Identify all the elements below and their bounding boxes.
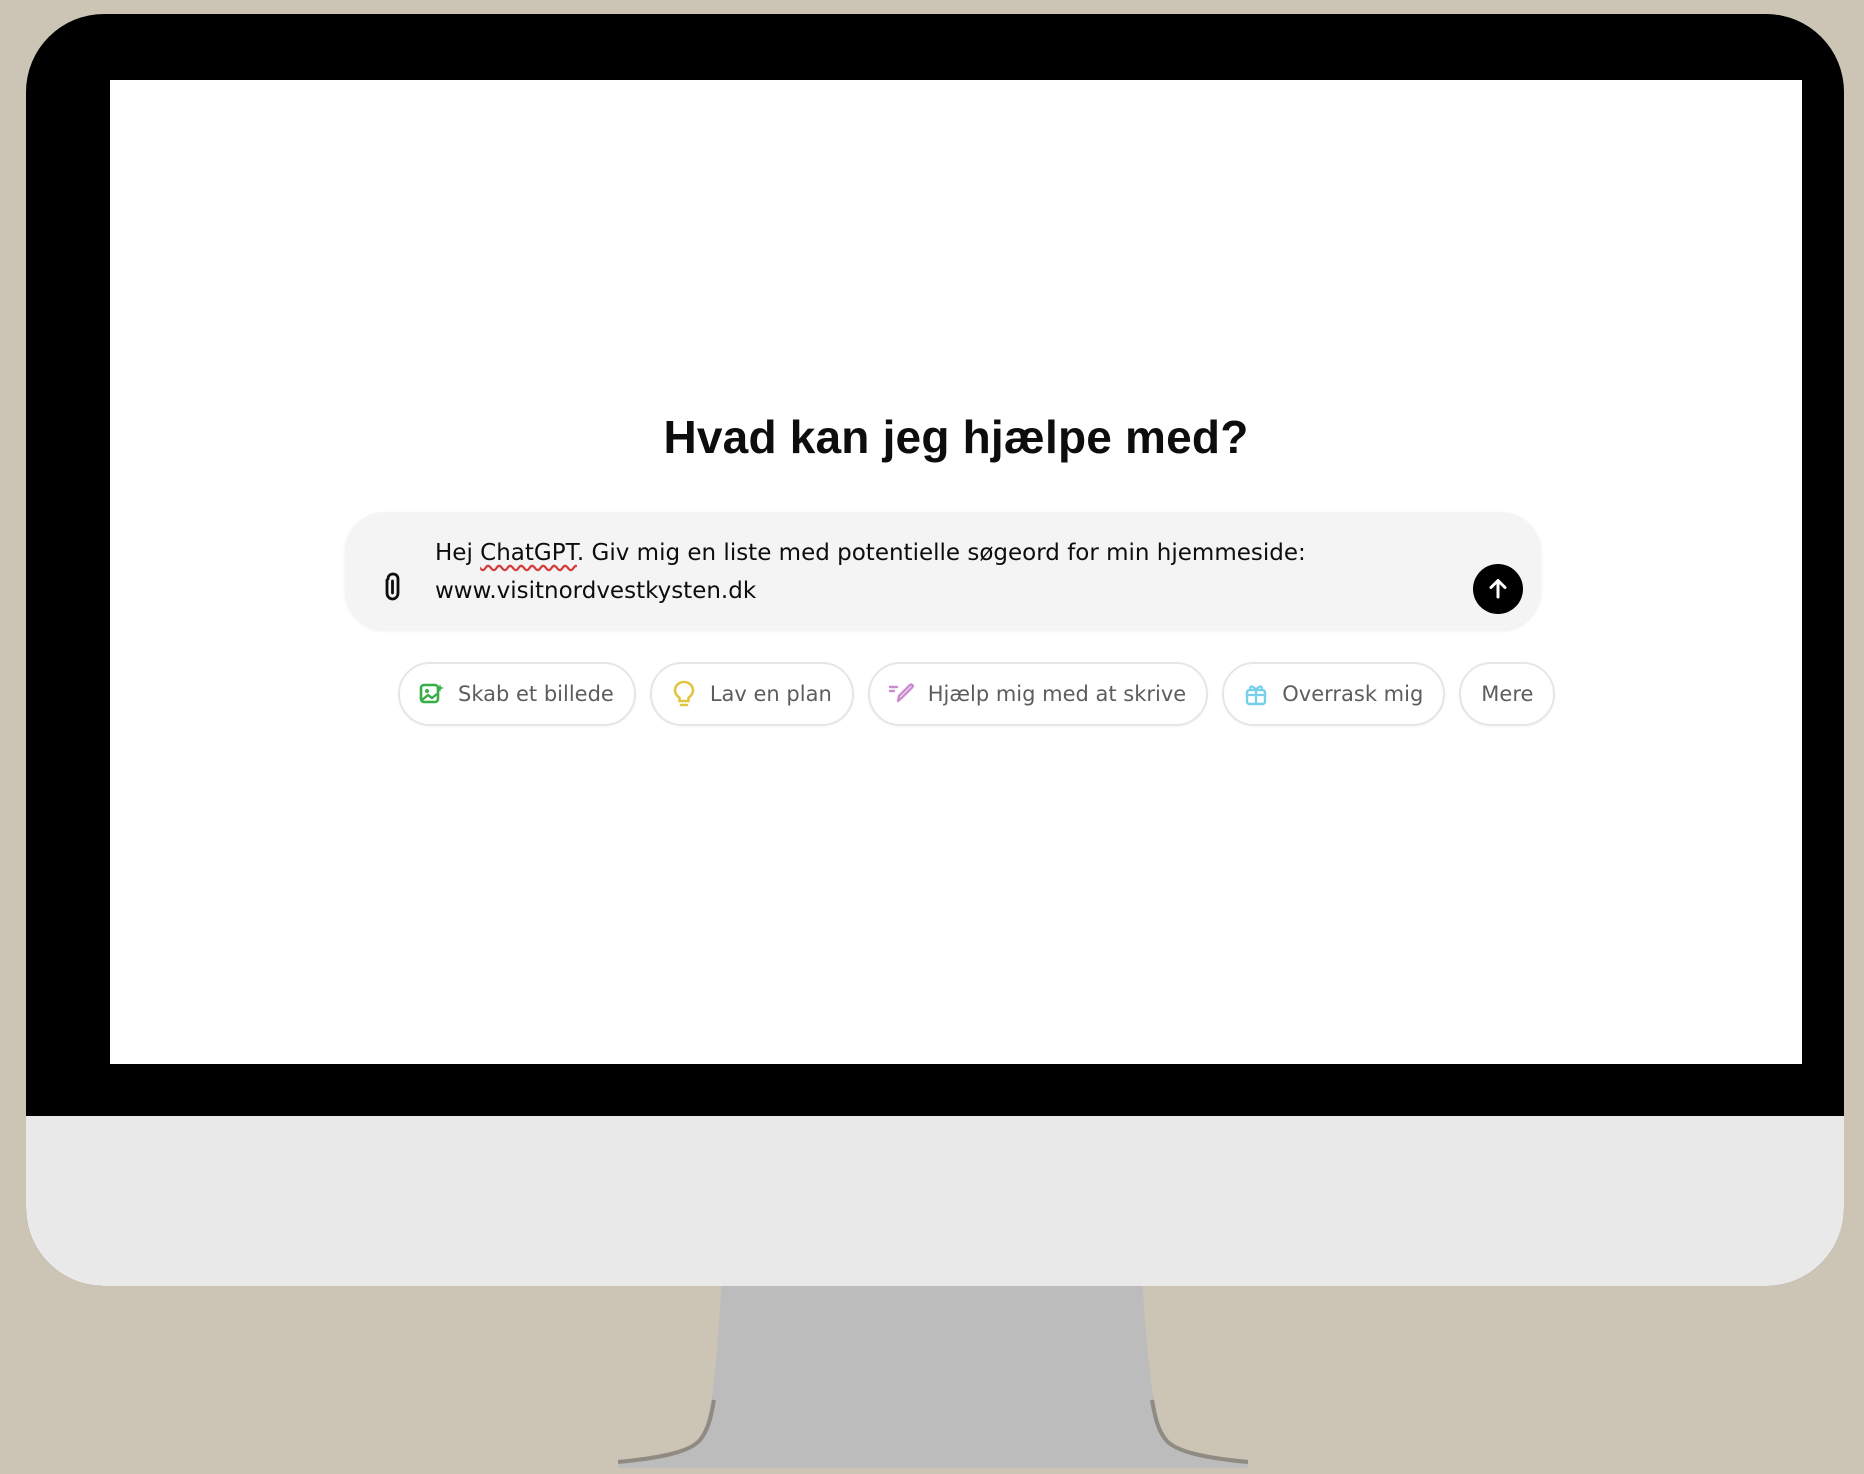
suggestion-chips: Skab et billede Lav en plan Hjælp mig me… [398,662,1556,728]
chip-more[interactable]: Mere [1459,662,1556,726]
chip-help-write[interactable]: Hjælp mig med at skrive [867,662,1209,726]
chip-label: Overrask mig [1282,682,1424,706]
paperclip-icon [385,572,400,601]
page-title: Hvad kan jeg hjælpe med? [663,411,1249,463]
chip-label: Lav en plan [709,682,832,706]
send-button[interactable] [1473,564,1523,614]
chip-create-image[interactable]: Skab et billede [398,662,636,726]
chip-label: Mere [1481,682,1534,706]
misspelled-word: ChatGPT [480,540,577,566]
chip-label: Skab et billede [458,682,614,706]
monitor-chin [26,1116,1844,1286]
screen: Hvad kan jeg hjælpe med? Hej ChatGPT. Gi… [110,80,1802,1064]
monitor-frame: Hvad kan jeg hjælpe med? Hej ChatGPT. Gi… [26,14,1844,1286]
lightbulb-icon [670,680,698,708]
desktop-background: Hvad kan jeg hjælpe med? Hej ChatGPT. Gi… [0,0,1864,1474]
attach-button[interactable] [375,570,409,604]
chip-make-plan[interactable]: Lav en plan [649,662,854,726]
prompt-text-prefix: Hej [435,540,481,566]
image-icon [418,680,446,708]
pen-icon [888,680,916,708]
prompt-composer[interactable]: Hej ChatGPT. Giv mig en liste med potent… [345,512,1541,630]
arrow-up-icon [1489,579,1507,599]
prompt-line-1: Hej ChatGPT. Giv mig en liste med potent… [435,534,1435,572]
prompt-input[interactable]: Hej ChatGPT. Giv mig en liste med potent… [435,534,1435,610]
chip-label: Hjælp mig med at skrive [927,682,1187,706]
prompt-line-2: www.visitnordvestkysten.dk [435,578,757,604]
chip-surprise-me[interactable]: Overrask mig [1222,662,1446,726]
gift-icon [1242,680,1270,708]
prompt-text-suffix: . Giv mig en liste med potentielle søgeo… [576,540,1306,566]
